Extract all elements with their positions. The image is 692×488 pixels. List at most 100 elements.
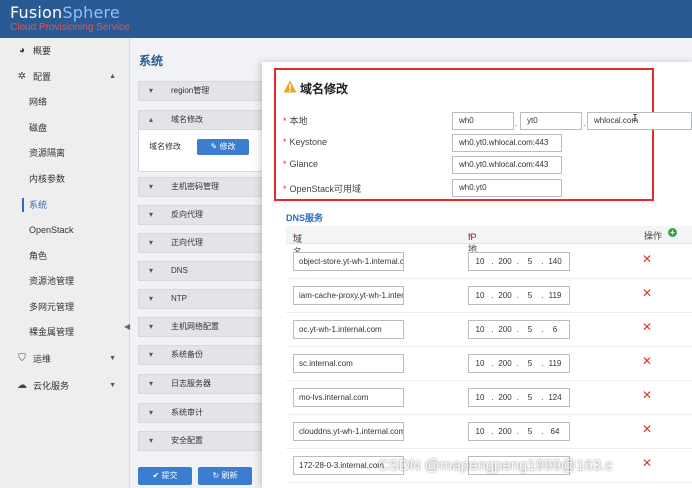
submit-button[interactable]: ✔ 提交 — [138, 467, 192, 485]
section-label: 正向代理 — [171, 238, 203, 247]
ip-octet: 10 — [475, 359, 485, 368]
section-log-server[interactable]: ▾ 日志服务器 — [138, 374, 268, 394]
section-host-password[interactable]: ▾ 主机密码管理 — [138, 177, 268, 197]
ip-octet: 124 — [548, 393, 562, 402]
sidebar-item-multi-ne[interactable]: 多网元管理 — [0, 296, 130, 318]
chevron-down-icon: ▾ — [149, 350, 154, 359]
ip-octet: 10 — [475, 257, 485, 266]
edit-button[interactable]: ✎ 修改 — [197, 139, 249, 155]
delete-icon[interactable]: ✕ — [642, 286, 652, 300]
delete-icon[interactable]: ✕ — [642, 388, 652, 402]
glance-input[interactable]: wh0.yt0.whlocal.com:443 — [452, 156, 562, 174]
dot-separator: . — [515, 118, 518, 128]
chevron-down-icon: ▾ — [149, 266, 154, 275]
dns-domain-input[interactable]: mo-lvs.internal.com — [293, 388, 404, 407]
refresh-button[interactable]: ↻ 刷新 — [198, 467, 252, 485]
keystone-input[interactable]: wh0.yt0.whlocal.com:443 — [452, 134, 562, 152]
dns-ip-input[interactable]: 10. 200. 5. 119 — [468, 286, 570, 305]
logo-text-2: Sphere — [62, 3, 120, 22]
ip-dot: . — [516, 291, 519, 300]
dashboard-icon: ◕ — [18, 45, 26, 56]
ip-octet: 10 — [475, 393, 485, 402]
glance-label-text: Glance — [289, 159, 319, 169]
delete-icon[interactable]: ✕ — [642, 252, 652, 266]
ip-octet: 5 — [527, 427, 533, 436]
section-reverse-proxy[interactable]: ▾ 反向代理 — [138, 205, 268, 225]
section-label: 系统备份 — [171, 350, 203, 359]
dns-domain-input[interactable]: object-store.yt-wh-1.internal.com — [293, 252, 404, 271]
section-forward-proxy[interactable]: ▾ 正向代理 — [138, 233, 268, 253]
dns-ip-input[interactable]: 10. 200. 5. 124 — [468, 388, 570, 407]
keystone-label-text: Keystone — [289, 137, 328, 147]
az-input[interactable]: wh0.yt0 — [452, 179, 562, 197]
section-backup[interactable]: ▾ 系统备份 — [138, 345, 268, 365]
ip-octet: 140 — [548, 257, 562, 266]
dns-ip-input[interactable]: 10. 200. 5. 64 — [468, 422, 570, 441]
sidebar-item-ops[interactable]: ⛉ 运维 ▼ — [0, 348, 130, 370]
chevron-down-icon: ▼ — [109, 382, 116, 389]
sidebar-item-system[interactable]: 系统 — [0, 194, 130, 216]
section-host-network[interactable]: ▾ 主机网络配置 — [138, 317, 268, 337]
section-label: 主机密码管理 — [171, 182, 219, 191]
sidebar-item-isolation[interactable]: 资源隔离 — [0, 142, 130, 164]
sidebar-item-cloud[interactable]: ☁ 云化服务 ▼ — [0, 375, 130, 397]
collapse-sidebar-icon[interactable]: ◀ — [124, 322, 130, 331]
section-security[interactable]: ▾ 安全配置 — [138, 431, 268, 451]
ip-dot: . — [541, 325, 544, 334]
dns-domain-input[interactable]: sc.internal.com — [293, 354, 404, 373]
ip-dot: . — [516, 325, 519, 334]
delete-icon[interactable]: ✕ — [642, 354, 652, 368]
delete-icon[interactable]: ✕ — [642, 320, 652, 334]
sidebar-item-network[interactable]: 网络 — [0, 91, 130, 113]
section-domain[interactable]: ▴ 域名修改 — [138, 110, 268, 130]
ip-octet: 64 — [550, 427, 560, 436]
az-label-text: OpenStack可用域 — [289, 184, 362, 194]
table-row: iam-cache-proxy.yt-wh-1.internal.com 10. 2… — [286, 279, 692, 313]
sidebar-item-overview[interactable]: ◕ 概要 — [0, 40, 130, 62]
submit-button-label: 提交 — [161, 471, 178, 480]
chevron-down-icon: ▾ — [149, 182, 154, 191]
dns-ip-input[interactable]: 10. 200. 5. 6 — [468, 320, 570, 339]
app-header: FusionSphere Cloud Provisioning Service — [0, 0, 692, 38]
glance-label: * Glance — [283, 159, 319, 169]
local-domain-input[interactable]: whlocal.com — [587, 112, 692, 130]
section-region[interactable]: ▾ region管理 — [138, 81, 268, 101]
section-audit[interactable]: ▾ 系统审计 — [138, 403, 268, 423]
page-title: 系统 — [139, 54, 164, 68]
chevron-up-icon: ▲ — [109, 73, 116, 80]
sidebar-item-label: 云化服务 — [33, 381, 70, 391]
dns-ip-input[interactable]: 10. 200. 5. 119 — [468, 354, 570, 373]
sidebar-item-openstack[interactable]: OpenStack — [0, 219, 130, 241]
ip-dot: . — [516, 359, 519, 368]
ip-octet: 200 — [498, 325, 512, 334]
dns-domain-input[interactable]: clouddns.yt-wh-1.internal.com — [293, 422, 404, 441]
dns-domain-input[interactable]: oc.yt-wh-1.internal.com — [293, 320, 404, 339]
local-region-input[interactable]: yt0 — [520, 112, 582, 130]
ip-dot: . — [491, 359, 494, 368]
ip-dot: . — [516, 257, 519, 266]
sidebar-item-bare-metal[interactable]: 裸金属管理 — [0, 321, 130, 343]
chevron-down-icon: ▼ — [109, 355, 116, 362]
keystone-label: * Keystone — [283, 137, 328, 147]
sidebar-item-resource-pool[interactable]: 资源池管理 — [0, 270, 130, 292]
dns-table-header: 域名* IP地址* 操作 — [286, 226, 692, 267]
ip-dot: . — [516, 427, 519, 436]
ip-octet: 119 — [548, 359, 562, 368]
section-dns[interactable]: ▾ DNS — [138, 261, 268, 281]
sidebar-item-disk[interactable]: 磁盘 — [0, 117, 130, 139]
sidebar-item-roles[interactable]: 角色 — [0, 245, 130, 267]
az-label: * OpenStack可用域 — [283, 184, 362, 194]
sidebar-item-kernel[interactable]: 内核参数 — [0, 168, 130, 190]
ip-octet: 10 — [475, 427, 485, 436]
add-icon[interactable]: + — [668, 228, 677, 237]
chevron-down-icon: ▾ — [149, 210, 154, 219]
delete-icon[interactable]: ✕ — [642, 456, 652, 470]
sidebar-item-config[interactable]: ✲ 配置 ▲ — [0, 66, 130, 88]
dns-domain-input[interactable]: iam-cache-proxy.yt-wh-1.internal.com — [293, 286, 404, 305]
delete-icon[interactable]: ✕ — [642, 422, 652, 436]
shield-icon: ⛉ — [18, 353, 26, 364]
local-label-text: 本地 — [289, 116, 308, 126]
section-ntp[interactable]: ▾ NTP — [138, 289, 268, 309]
local-host-input[interactable]: wh0 — [452, 112, 514, 130]
dns-ip-input[interactable]: 10. 200. 5. 140 — [468, 252, 570, 271]
